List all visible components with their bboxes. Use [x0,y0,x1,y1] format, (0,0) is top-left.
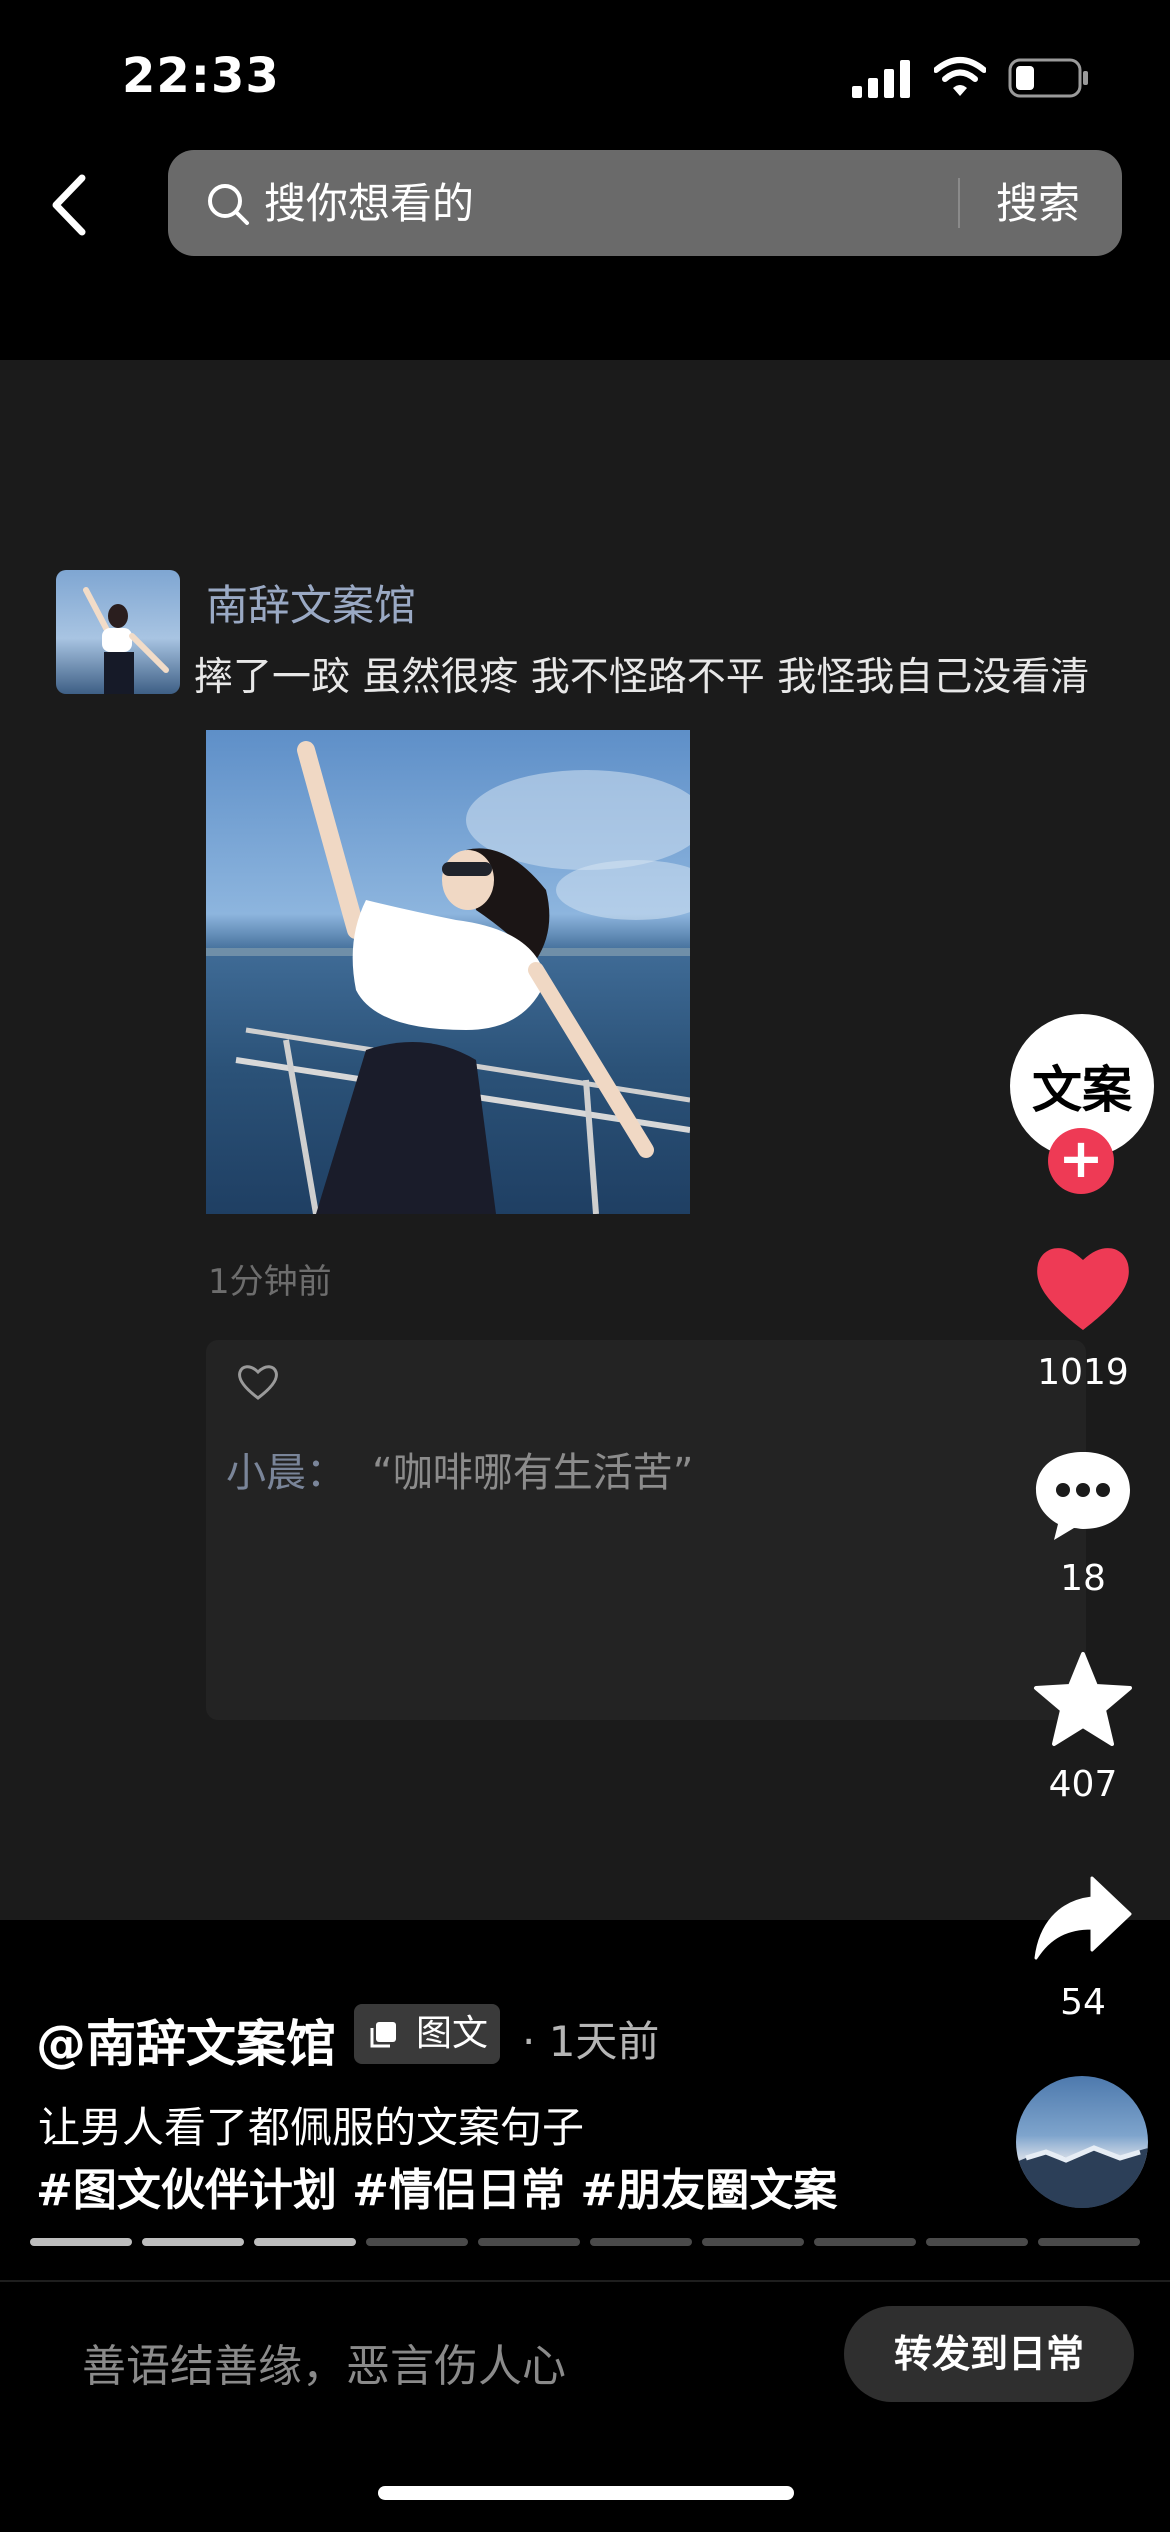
status-time: 22:33 [122,48,280,104]
back-button[interactable] [44,170,96,240]
comment-bubble-icon[interactable] [1030,1444,1136,1544]
progress-segment [702,2238,804,2246]
progress-segment [590,2238,692,2246]
bottom-divider [0,2280,1170,2282]
follow-button[interactable]: + [1048,1128,1114,1194]
music-disc[interactable] [1016,2076,1148,2208]
share-arrow-icon[interactable] [1030,1870,1136,1970]
progress-segment [366,2238,468,2246]
home-indicator [378,2486,794,2500]
progress-segment [30,2238,132,2246]
post-photo[interactable] [206,730,690,1214]
comment-text: “咖啡哪有生活苦” [372,1450,694,1496]
post-caption: 让男人看了都佩服的文案句子 [38,2103,585,2152]
progress-bar [30,2238,1140,2246]
image-text-icon [370,2022,396,2048]
favorite-count: 407 [1048,1764,1118,1805]
like-count: 1019 [1037,1352,1129,1393]
progress-segment [142,2238,244,2246]
post-author-avatar [56,570,180,694]
search-input[interactable]: 搜你想看的 搜索 [168,150,1122,256]
post-type-label: 图文 [416,2013,489,2054]
progress-segment [926,2238,1028,2246]
author-handle[interactable]: @南辞文案馆 [36,2004,336,2076]
post-age: · 1天前 [522,2017,660,2066]
progress-segment [814,2238,916,2246]
post-time: 1分钟前 [208,1262,332,1302]
search-icon [208,184,249,225]
progress-segment [1038,2238,1140,2246]
battery-icon [1008,58,1088,98]
search-button[interactable]: 搜索 [996,176,1080,232]
wifi-icon [934,57,986,96]
post-hashtags[interactable]: #图文伙伴计划 #情侣日常 #朋友圈文案 [36,2154,837,2218]
comment-input[interactable]: 善语结善缘，恶言伤人心 [82,2330,566,2394]
post-type-badge: 图文 [354,2004,500,2064]
progress-segment [254,2238,356,2246]
star-icon[interactable] [1030,1650,1136,1750]
progress-segment [478,2238,580,2246]
comment-user[interactable]: 小晨： [226,1440,346,1498]
signal-icon [852,60,910,98]
search-divider [958,178,960,228]
search-placeholder: 搜你想看的 [264,179,475,228]
comment-count: 18 [1060,1558,1106,1599]
post-text: 摔了一跤 虽然很疼 我不怪路不平 我怪我自己没看清 [194,655,1090,700]
share-count: 54 [1060,1982,1106,2023]
repost-button[interactable]: 转发到日常 [844,2306,1134,2402]
heart-icon[interactable] [1030,1238,1136,1338]
heart-outline-icon[interactable] [236,1362,280,1402]
post-author-name[interactable]: 南辞文案馆 [206,572,416,633]
top-comment-card[interactable]: 小晨： “咖啡哪有生活苦” [206,1340,1086,1720]
